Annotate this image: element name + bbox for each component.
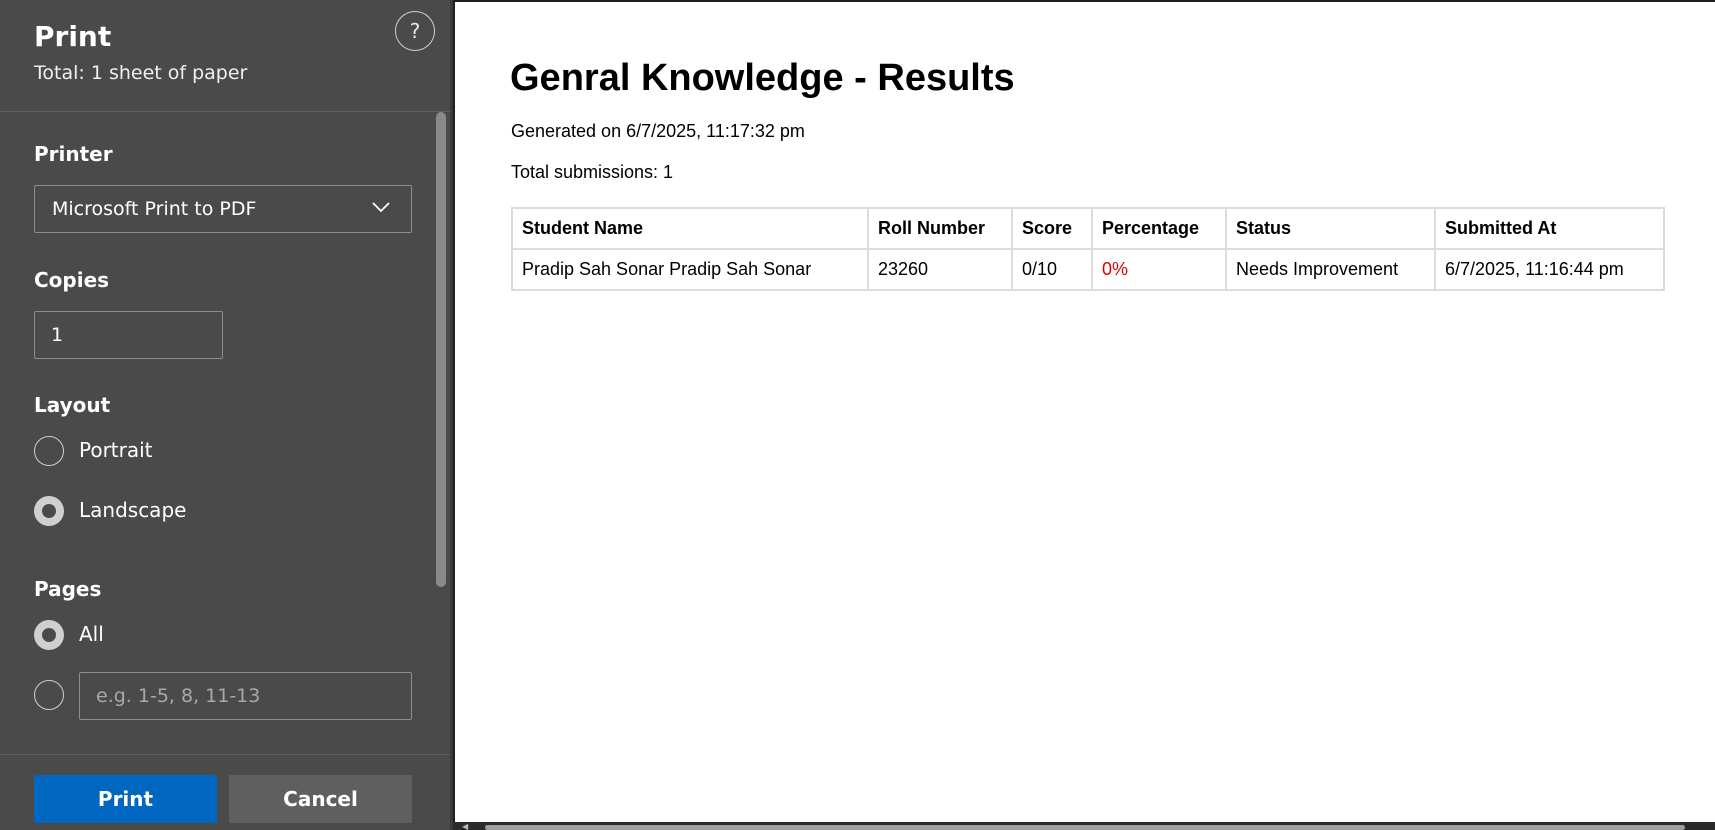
help-button[interactable]: ? [395,11,435,51]
header-percentage: Percentage [1091,207,1227,250]
cell-score: 0/10 [1011,248,1093,291]
print-preview-page: Genral Knowledge - Results Generated on … [453,0,1715,822]
sheet-count: Total: 1 sheet of paper [34,62,248,84]
cell-roll-number: 23260 [867,248,1013,291]
printer-select[interactable]: Microsoft Print to PDF [34,185,412,233]
header-student-name: Student Name [511,207,869,250]
pages-custom-radio[interactable] [34,680,64,710]
print-settings-panel: Print Total: 1 sheet of paper ? Printer … [0,0,450,830]
cancel-button[interactable]: Cancel [229,775,412,823]
landscape-label: Landscape [79,498,187,522]
horizontal-scroll-thumb[interactable] [485,825,1685,830]
results-table: Student Name Roll Number Score Percentag… [511,207,1665,291]
pages-all-label: All [79,622,104,646]
panel-header: Print Total: 1 sheet of paper ? [0,0,450,112]
header-status: Status [1225,207,1436,250]
document-title: Genral Knowledge - Results [510,57,1015,99]
cell-percentage: 0% [1091,248,1227,291]
printer-select-value: Microsoft Print to PDF [52,198,257,220]
generated-timestamp: Generated on 6/7/2025, 11:17:32 pm [511,121,805,141]
print-button[interactable]: Print [34,775,217,823]
panel-title: Print [34,20,112,53]
chevron-down-icon [372,202,390,213]
header-score: Score [1011,207,1093,250]
question-mark-icon: ? [409,19,421,43]
landscape-radio[interactable] [34,496,64,526]
portrait-label: Portrait [79,438,153,462]
panel-footer: Print Cancel [0,754,450,830]
table-header-row: Student Name Roll Number Score Percentag… [511,207,1665,250]
header-roll-number: Roll Number [867,207,1013,250]
layout-label: Layout [34,393,111,417]
printer-label: Printer [34,142,113,166]
copies-input[interactable] [34,311,223,359]
table-row: Pradip Sah Sonar Pradip Sah Sonar 23260 … [511,248,1665,291]
header-submitted-at: Submitted At [1434,207,1665,250]
copies-label: Copies [34,268,110,292]
scroll-left-arrow-icon[interactable]: ◀ [462,823,468,830]
total-submissions: Total submissions: 1 [511,162,674,182]
portrait-radio[interactable] [34,436,64,466]
pages-label: Pages [34,577,102,601]
panel-scrollbar[interactable] [436,112,446,587]
pages-all-radio[interactable] [34,620,64,650]
cell-submitted-at: 6/7/2025, 11:16:44 pm [1434,248,1665,291]
cell-status: Needs Improvement [1225,248,1436,291]
cell-student-name: Pradip Sah Sonar Pradip Sah Sonar [511,248,869,291]
pages-range-input[interactable] [79,672,412,720]
